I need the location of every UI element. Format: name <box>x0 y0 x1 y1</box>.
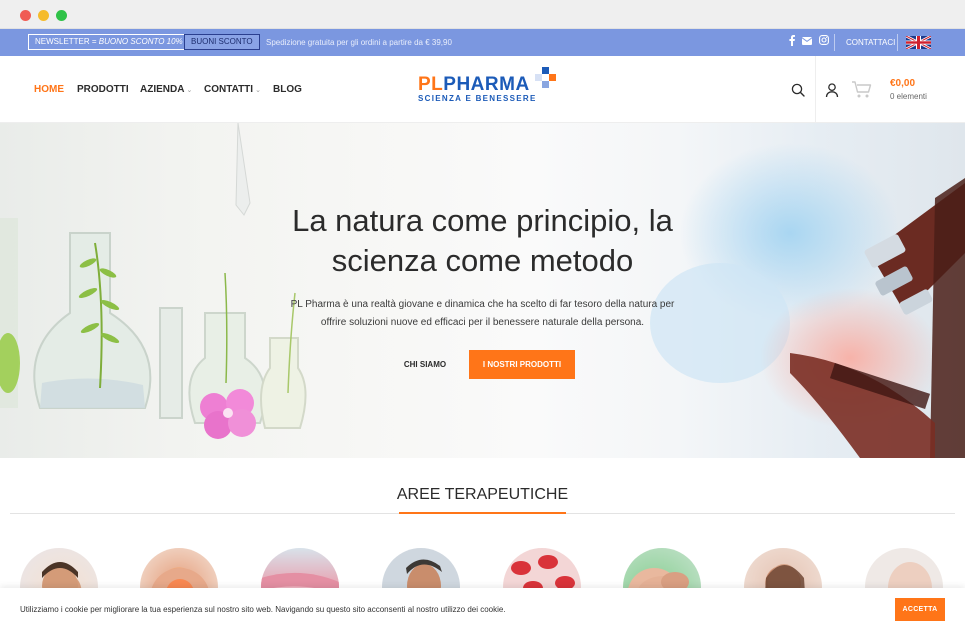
hero-description: PL Pharma è una realtà giovane e dinamic… <box>200 296 765 332</box>
logo-square-mark <box>535 74 542 81</box>
maximize-window-icon[interactable] <box>56 10 67 21</box>
nav-azienda[interactable]: AZIENDA ⌄ <box>140 84 192 97</box>
site-logo[interactable]: PLPHARMA SCIENZA E BENESSERE <box>418 66 563 114</box>
voucher-button[interactable]: BUONI SCONTO <box>184 34 260 50</box>
mail-icon[interactable] <box>801 35 813 49</box>
nav-home[interactable]: HOME <box>34 84 64 96</box>
our-products-button[interactable]: I NOSTRI PRODOTTI <box>469 350 575 379</box>
section-title-underline <box>399 512 566 514</box>
facebook-icon[interactable] <box>786 35 798 49</box>
logo-square-mark <box>542 67 549 74</box>
newsletter-offer: BUONO SCONTO 10% <box>98 37 183 46</box>
contact-link[interactable]: CONTATTACI <box>846 37 895 49</box>
chevron-down-icon: ⌄ <box>255 87 261 94</box>
search-icon[interactable] <box>790 82 806 98</box>
newsletter-link[interactable]: NEWSLETTER = BUONO SCONTO 10% <box>28 34 190 50</box>
cart-icon[interactable] <box>851 80 873 100</box>
minimize-window-icon[interactable] <box>38 10 49 21</box>
top-bar: NEWSLETTER = BUONO SCONTO 10% BUONI SCON… <box>0 29 965 56</box>
shipping-notice: Spedizione gratuita per gli ordini a par… <box>266 38 452 47</box>
cookie-consent-bar: Utilizziamo i cookie per migliorare la t… <box>0 588 965 632</box>
user-icon[interactable] <box>824 82 840 98</box>
nav-prodotti[interactable]: PRODOTTI <box>77 84 129 96</box>
chevron-down-icon: ⌄ <box>186 87 193 94</box>
hero-banner: La natura come principio, la scienza com… <box>0 123 965 458</box>
hero-description-line-1: PL Pharma è una realtà giovane e dinamic… <box>290 299 675 310</box>
logo-wordmark: PLPHARMA <box>418 75 530 95</box>
cart-item-count[interactable]: 0 elementi <box>890 92 927 102</box>
nav-blog-label: BLOG <box>273 84 302 95</box>
nav-prodotti-label: PRODOTTI <box>77 84 129 95</box>
header-divider <box>815 56 816 123</box>
cart-total[interactable]: €0,00 <box>890 78 915 90</box>
hero-title-line-2: scienza come metodo <box>331 243 634 278</box>
instagram-icon[interactable] <box>818 35 830 49</box>
close-window-icon[interactable] <box>20 10 31 21</box>
nav-home-label: HOME <box>34 84 64 95</box>
logo-pharma: PHARMA <box>443 74 530 95</box>
logo-square-mark <box>549 74 556 81</box>
hero-title: La natura come principio, la scienza com… <box>0 201 965 281</box>
nav-contatti[interactable]: CONTATTI ⌄ <box>204 84 261 97</box>
logo-square-mark <box>542 81 549 88</box>
nav-blog[interactable]: BLOG <box>273 84 302 96</box>
uk-flag-icon[interactable] <box>906 36 931 49</box>
nav-contatti-label: CONTATTI <box>204 84 254 95</box>
hero-description-line-2: offrire soluzioni nuove ed efficaci per … <box>320 317 645 328</box>
cookie-notice-text: Utilizziamo i cookie per migliorare la t… <box>20 605 506 614</box>
top-bar-divider <box>834 34 835 51</box>
newsletter-prefix: NEWSLETTER = <box>35 37 99 46</box>
logo-pl: PL <box>418 74 444 95</box>
site-header: HOME PRODOTTI AZIENDA ⌄ CONTATTI ⌄ BLOG PL… <box>0 56 965 123</box>
top-bar-divider <box>897 34 898 51</box>
hero-title-line-1: La natura come principio, la <box>292 203 673 238</box>
browser-window-chrome <box>0 0 965 29</box>
hero-background-image <box>0 123 965 458</box>
accept-cookies-button[interactable]: ACCETTA <box>895 598 945 621</box>
section-title: AREE TERAPEUTICHE <box>396 486 569 503</box>
nav-azienda-label: AZIENDA <box>140 84 185 95</box>
logo-tagline: SCIENZA E BENESSERE <box>418 94 537 103</box>
about-us-button[interactable]: CHI SIAMO <box>393 351 457 379</box>
